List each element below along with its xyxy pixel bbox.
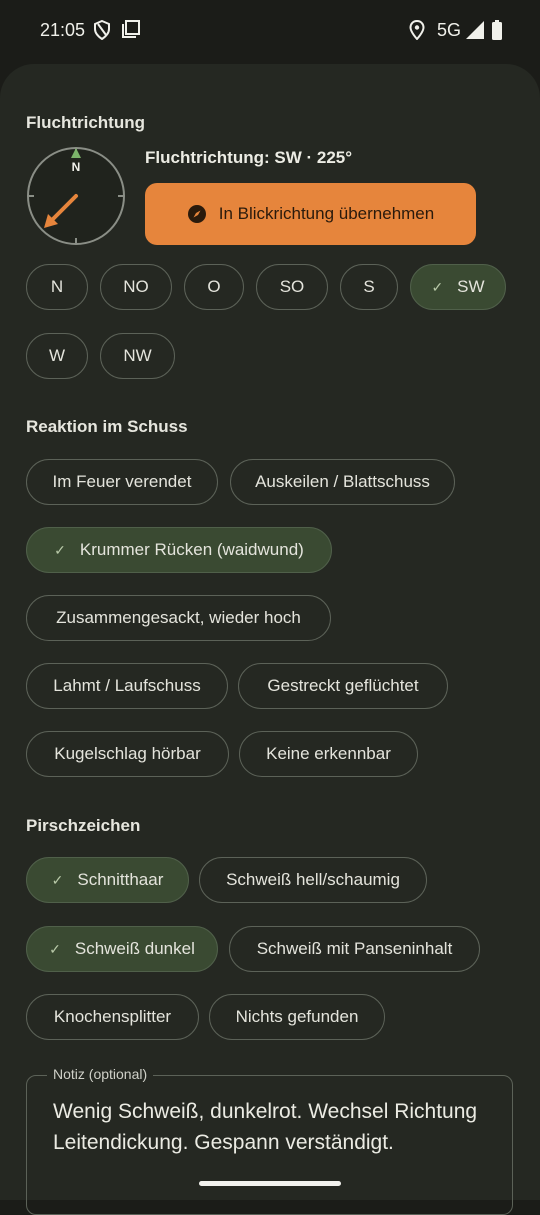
direction-chip-w[interactable]: W [26,333,88,379]
battery-icon [492,20,502,40]
sign-chip[interactable]: ✓ Schweiß dunkel [26,926,218,972]
network-type: 5G [437,20,462,40]
check-icon: ✓ [54,541,66,558]
status-time: 21:05 [40,20,86,40]
reaction-chip[interactable]: Zusammengesackt, wieder hoch [26,595,331,641]
section-title-signs: Pirschzeichen [26,816,141,835]
reaction-chip[interactable]: Im Feuer verendet [26,459,218,505]
shield-icon [94,20,110,40]
direction-chip-nw[interactable]: NW [100,333,175,379]
sign-chip[interactable]: Knochensplitter [26,994,199,1040]
location-icon [409,20,425,40]
screenshot-icon [122,20,140,38]
compass-north-label: N [72,160,81,174]
direction-chip-o[interactable]: O [184,264,244,310]
check-icon: ✓ [49,940,61,957]
check-icon: ✓ [431,278,444,295]
gesture-nav-handle[interactable] [199,1181,341,1186]
adopt-heading-label: In Blickrichtung übernehmen [218,204,435,223]
note-field[interactable]: Notiz (optional) Wenig Schweiß, dunkelro… [26,1066,513,1215]
signal-icon [466,21,484,39]
sign-chip[interactable]: Schweiß mit Panseninhalt [229,926,480,972]
check-icon: ✓ [51,871,64,888]
reaction-chip[interactable]: Auskeilen / Blattschuss [230,459,455,505]
reaction-chip[interactable]: ✓ Krummer Rücken (waidwund) [26,527,332,573]
section-title-flight: Fluchtrichtung [26,113,145,132]
reaction-chip[interactable]: Lahmt / Laufschuss [26,663,228,709]
sign-chip[interactable]: ✓ Schnitthaar [26,857,189,903]
sign-chip[interactable]: Schweiß hell/schaumig [199,857,427,903]
status-bar: 21:05 5G [0,0,540,64]
adopt-heading-button[interactable]: In Blickrichtung übernehmen [145,183,476,245]
direction-chip-sw[interactable]: ✓ SW [410,264,506,310]
reaction-chip[interactable]: Gestreckt geflüchtet [238,663,448,709]
note-input[interactable]: Wenig Schweiß, dunkelrot. Wechsel Richtu… [53,1096,492,1158]
direction-chip-s[interactable]: S [340,264,398,310]
section-title-reaction: Reaktion im Schuss [26,417,188,436]
direction-chip-so[interactable]: SO [256,264,328,310]
sign-chip[interactable]: Nichts gefunden [209,994,385,1040]
compass-icon [187,205,206,223]
direction-readout: Fluchtrichtung: SW · 225° [145,148,353,167]
direction-chip-no[interactable]: NO [100,264,172,310]
note-label: Notiz (optional) [47,1066,154,1082]
direction-chip-n[interactable]: N [26,264,88,310]
reaction-chip[interactable]: Kugelschlag hörbar [26,731,229,777]
reaction-chip[interactable]: Keine erkennbar [239,731,418,777]
compass[interactable]: N [26,146,126,246]
